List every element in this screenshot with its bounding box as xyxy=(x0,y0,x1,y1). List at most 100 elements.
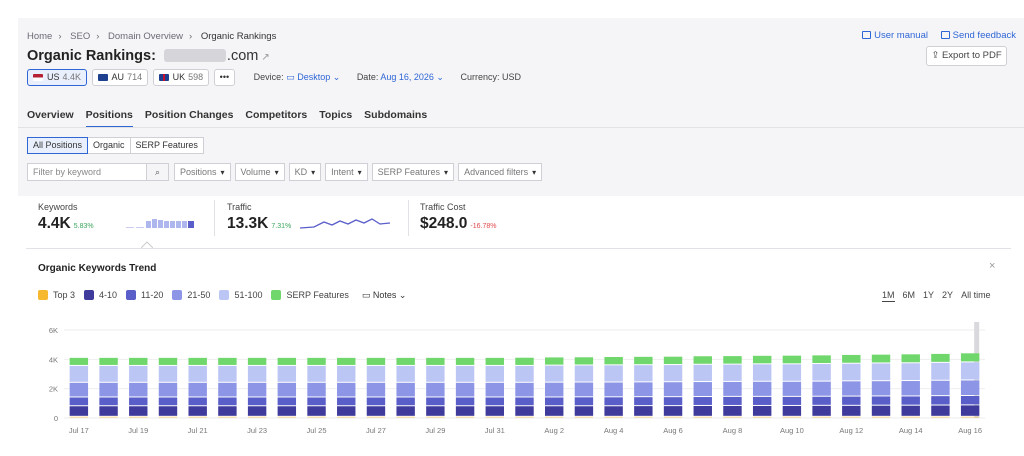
bar-segment xyxy=(69,397,89,406)
device-selector[interactable]: Device: ▭ Desktop ⌄ xyxy=(254,72,341,83)
bar-segment xyxy=(931,362,950,380)
breadcrumb-domain-overview[interactable]: Domain Overview xyxy=(108,31,183,42)
bar-segment xyxy=(485,382,505,397)
legend-item-11-20[interactable]: 11-20 xyxy=(126,290,163,300)
x-tick-label: Aug 10 xyxy=(780,426,804,435)
bar-segment xyxy=(129,397,148,406)
database-code: AU xyxy=(111,72,125,82)
chat-icon xyxy=(940,31,950,39)
kd-dropdown[interactable]: KD ▾ xyxy=(288,163,322,181)
period-1m[interactable]: 1M xyxy=(882,290,895,302)
bar-segment xyxy=(931,396,950,405)
bar-segment xyxy=(752,405,772,416)
bar-segment xyxy=(574,397,594,406)
metric-traffic[interactable]: Traffic 13.3K 7.31% xyxy=(227,202,291,233)
bar-segment xyxy=(69,382,89,397)
period-2y[interactable]: 2Y xyxy=(942,290,953,300)
segment-all-positions[interactable]: All Positions xyxy=(27,137,89,154)
x-tick-label: Aug 14 xyxy=(899,426,923,435)
desktop-icon: ▭ xyxy=(286,72,295,82)
database-code: UK xyxy=(172,72,186,82)
bar-segment xyxy=(723,364,742,381)
segment-serp-features[interactable]: SERP Features xyxy=(130,137,204,154)
keywords-sparkline xyxy=(126,219,194,228)
bar-segment xyxy=(901,416,920,418)
database-au[interactable]: AU 714 xyxy=(91,69,149,86)
tab-position-changes[interactable]: Position Changes xyxy=(145,109,234,126)
bar-segment xyxy=(188,357,207,365)
legend-label: 11-20 xyxy=(141,290,164,300)
database-uk[interactable]: UK 598 xyxy=(152,69,210,86)
intent-dropdown[interactable]: Intent ▾ xyxy=(325,163,368,181)
caret-up-icon xyxy=(141,241,153,248)
period-6m[interactable]: 6M xyxy=(903,290,916,300)
organic-keywords-chart[interactable]: 0 2K 4K 6K Jul 17 Jul 19 Jul 21 Jul 23 Jul 25 Jul… xyxy=(30,318,990,446)
positions-dropdown[interactable]: Positions ▾ xyxy=(174,163,231,181)
legend-item-4-10[interactable]: 4-10 xyxy=(84,290,117,300)
period-1y[interactable]: 1Y xyxy=(923,290,934,300)
y-tick-label: 4K xyxy=(49,355,58,364)
uk-flag-icon xyxy=(158,74,169,81)
bar-segment xyxy=(574,357,594,365)
tab-overview[interactable]: Overview xyxy=(27,109,74,126)
notes-dropdown[interactable]: ▭ Notes ⌄ xyxy=(362,290,407,300)
legend-item-21-50[interactable]: 21-50 xyxy=(172,290,210,300)
x-tick-label: Aug 4 xyxy=(604,426,624,435)
serp-features-dropdown[interactable]: SERP Features ▾ xyxy=(371,163,455,181)
x-tick-label: Jul 19 xyxy=(128,426,148,435)
breadcrumb-seo[interactable]: SEO xyxy=(70,31,90,42)
bar-segment xyxy=(544,365,564,382)
checkbox-icon[interactable] xyxy=(126,290,137,300)
tab-topics[interactable]: Topics xyxy=(319,109,352,126)
tab-competitors[interactable]: Competitors xyxy=(245,109,307,126)
close-icon[interactable]: × xyxy=(989,260,995,272)
checkbox-icon[interactable] xyxy=(271,290,282,300)
dropdown-label: SERP Features xyxy=(377,167,441,177)
x-tick-label: Jul 17 xyxy=(69,426,89,435)
bar-segment xyxy=(782,381,802,396)
external-link-icon[interactable]: ↗ xyxy=(261,52,269,63)
legend-item-top-3[interactable]: Top 3 xyxy=(38,290,75,300)
bar-segment xyxy=(426,382,445,397)
bar-segment xyxy=(752,355,772,364)
tab-positions[interactable]: Positions xyxy=(85,109,133,128)
bar-segment xyxy=(723,356,742,364)
checkbox-icon[interactable] xyxy=(172,290,183,300)
bar-segment xyxy=(247,397,267,406)
volume-dropdown[interactable]: Volume ▾ xyxy=(234,163,285,181)
bar-segment xyxy=(634,397,653,406)
legend-label: 4-10 xyxy=(99,290,118,300)
bar-segment xyxy=(842,396,861,405)
keyword-filter-input[interactable]: Filter by keyword xyxy=(27,163,147,181)
more-databases-button[interactable]: ••• xyxy=(213,69,236,86)
advanced-filters-dropdown[interactable]: Advanced filters ▾ xyxy=(458,163,543,181)
export-pdf-button[interactable]: ⇪ Export to PDF xyxy=(926,46,1007,66)
dropdown-label: KD xyxy=(294,167,308,177)
segment-organic[interactable]: Organic xyxy=(88,137,131,154)
chart-legend: Top 3 4-10 11-20 21-50 51-100 SERP Features ▭ … xyxy=(38,290,415,301)
checkbox-icon[interactable] xyxy=(38,290,48,300)
tab-subdomains[interactable]: Subdomains xyxy=(364,109,427,126)
breadcrumb-home[interactable]: Home xyxy=(27,31,52,42)
period-all-time[interactable]: All time xyxy=(961,290,991,300)
checkbox-icon[interactable] xyxy=(84,290,95,300)
bar-segment xyxy=(337,357,356,365)
metric-keywords[interactable]: Keywords 4.4K 5.83% xyxy=(38,202,94,233)
legend-item-serp-features[interactable]: SERP Features xyxy=(271,290,349,300)
bar-segment xyxy=(129,357,148,365)
legend-item-51-100[interactable]: 51-100 xyxy=(219,290,262,300)
checkbox-icon[interactable] xyxy=(219,290,230,300)
bar-segment xyxy=(247,416,267,418)
bar-segment xyxy=(426,365,445,382)
date-selector[interactable]: Date: Aug 16, 2026 ⌄ xyxy=(357,72,444,83)
bar-segment xyxy=(634,382,653,397)
send-feedback-link[interactable]: Send feedback xyxy=(940,30,1016,41)
search-icon[interactable]: ⌕ xyxy=(147,163,169,181)
user-manual-link[interactable]: User manual xyxy=(862,30,928,41)
metric-traffic-cost[interactable]: Traffic Cost $248.0 -16.78% xyxy=(420,202,497,233)
breadcrumb: Home › SEO › Domain Overview › Organic Rank… xyxy=(27,31,282,42)
database-us[interactable]: US 4.4K xyxy=(27,69,88,86)
bar-segment xyxy=(693,364,712,382)
chevron-down-icon: ▾ xyxy=(444,168,449,177)
bar-segment xyxy=(69,416,89,418)
